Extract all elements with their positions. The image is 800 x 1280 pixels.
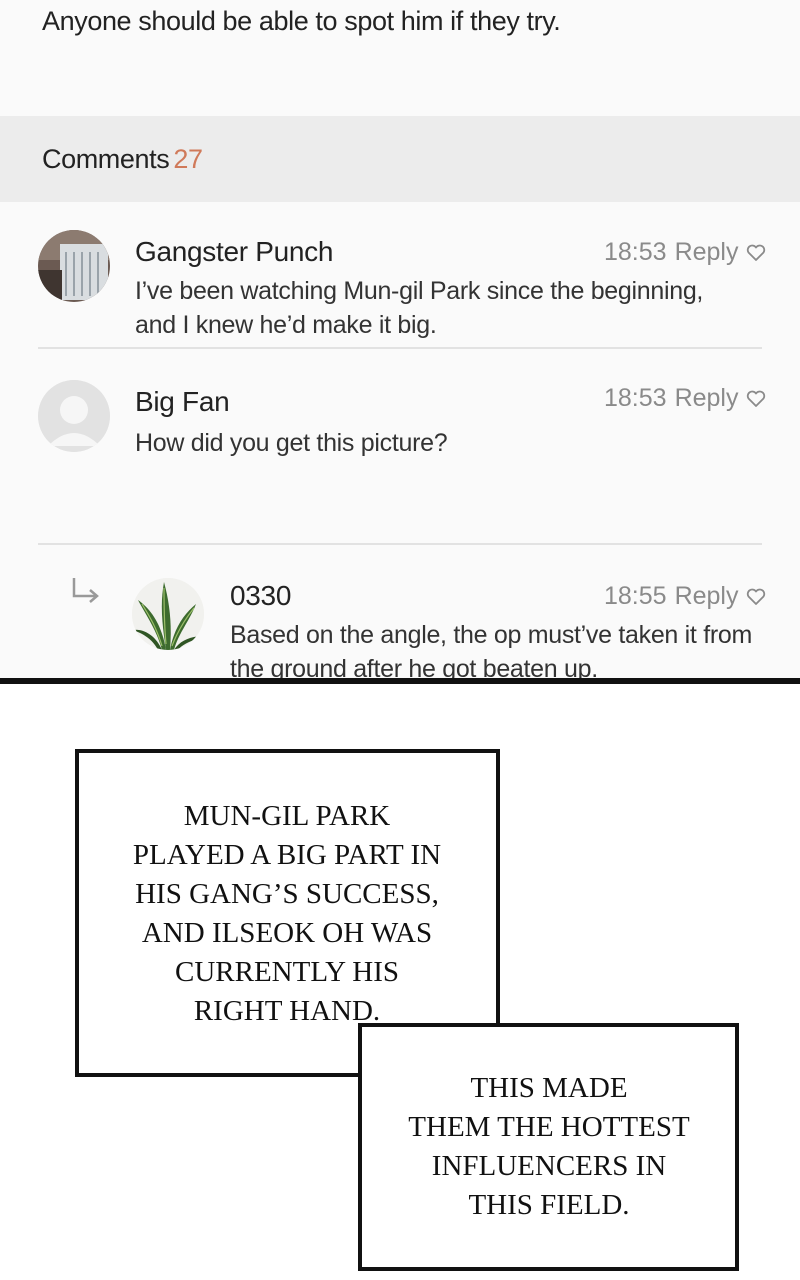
avatar-photo xyxy=(38,230,110,302)
avatar-plant xyxy=(132,578,204,650)
default-avatar-shape xyxy=(38,380,110,452)
post-text: Anyone should be able to spot him if the… xyxy=(42,6,561,36)
comment-author[interactable]: 0330 xyxy=(230,580,291,612)
caption-box-2-text: THIS MADE THEM THE HOTTEST INFLUENCERS I… xyxy=(408,1072,690,1221)
comment-line: Based on the angle, the op must’ve taken… xyxy=(230,621,753,649)
reply-arrow-icon xyxy=(72,578,99,603)
comment-author[interactable]: Gangster Punch xyxy=(135,236,333,268)
divider xyxy=(38,543,762,545)
avatar[interactable] xyxy=(132,578,204,650)
avatar[interactable] xyxy=(38,230,110,302)
comments-header: Comments 27 xyxy=(0,116,800,202)
comment-line: How did you get this picture? xyxy=(135,429,448,457)
reply-button[interactable]: Reply xyxy=(675,384,739,412)
comments-title: Comments 27 xyxy=(42,144,203,175)
heart-outline-icon[interactable] xyxy=(746,588,766,606)
comment-meta: 18:53 Reply xyxy=(604,238,766,267)
comment-time: 18:53 xyxy=(604,238,667,266)
comment-line: I’ve been watching Mun-gil Park since th… xyxy=(135,277,704,305)
comment-author[interactable]: Big Fan xyxy=(135,386,230,418)
heart-outline-icon[interactable] xyxy=(746,390,766,408)
comment-time: 18:53 xyxy=(604,384,667,412)
comment-line: and I knew he’d make it big. xyxy=(135,311,437,339)
comment-text: Based on the angle, the op must’ve taken… xyxy=(230,618,752,681)
default-avatar-icon[interactable] xyxy=(38,380,110,452)
reply-button[interactable]: Reply xyxy=(675,582,739,610)
comment-line: the ground after he got beaten up. xyxy=(230,655,598,681)
reply-button[interactable]: Reply xyxy=(675,238,739,266)
comments-label: Comments xyxy=(42,144,170,174)
comment-text: How did you get this picture? xyxy=(135,426,448,460)
comments-count: 27 xyxy=(173,144,203,174)
comment-meta: 18:53 Reply xyxy=(604,384,766,413)
comment-time: 18:55 xyxy=(604,582,667,610)
divider xyxy=(38,347,762,349)
comment-meta: 18:55 Reply xyxy=(604,582,766,611)
caption-box-1-text: MUN-GIL PARK PLAYED A BIG PART IN HIS GA… xyxy=(132,800,442,1027)
comment-text: I’ve been watching Mun-gil Park since th… xyxy=(135,274,703,342)
heart-outline-icon[interactable] xyxy=(746,244,766,262)
comments-screen: Anyone should be able to spot him if the… xyxy=(0,0,800,681)
